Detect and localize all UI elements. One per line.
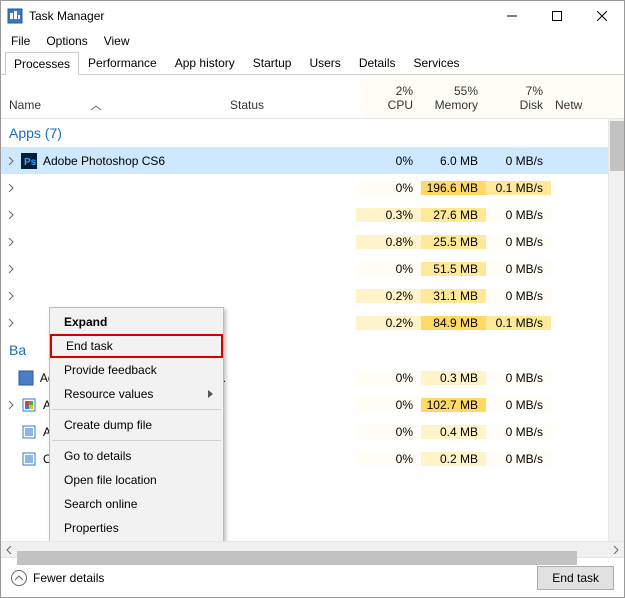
menu-view[interactable]: View <box>98 32 136 50</box>
horizontal-scrollbar[interactable] <box>1 541 624 557</box>
svg-text:Ps: Ps <box>24 157 37 168</box>
menu-end-task[interactable]: End task <box>50 334 223 358</box>
context-menu: Expand End task Provide feedback Resourc… <box>49 307 224 541</box>
process-list: Apps (7) Ps Adobe Photoshop CS6 0% 6.0 M… <box>1 119 624 541</box>
task-manager-window: Task Manager File Options View Processes… <box>0 0 625 598</box>
column-disk[interactable]: 7%Disk <box>486 84 551 118</box>
process-name: Adobe Photoshop CS6 <box>43 154 165 168</box>
vertical-scrollbar[interactable] <box>608 119 624 541</box>
column-cpu[interactable]: 2%CPU <box>356 84 421 118</box>
minimize-button[interactable] <box>489 1 534 31</box>
menu-separator <box>52 440 221 441</box>
disk-cell: 0 MB/s <box>486 154 551 168</box>
mem-cell: 6.0 MB <box>421 154 486 168</box>
menu-search-online[interactable]: Search online <box>50 492 223 516</box>
menu-resource-values[interactable]: Resource values <box>50 382 223 406</box>
window-title: Task Manager <box>29 9 489 23</box>
menu-create-dump[interactable]: Create dump file <box>50 413 223 437</box>
process-row[interactable]: Ps Adobe Photoshop CS6 0% 6.0 MB 0 MB/s <box>1 147 608 174</box>
process-row[interactable]: 0.2% 31.1 MB 0 MB/s <box>1 282 608 309</box>
menu-open-file-location[interactable]: Open file location <box>50 468 223 492</box>
column-network[interactable]: Netw <box>551 98 624 118</box>
tab-row: Processes Performance App history Startu… <box>1 51 624 75</box>
tab-services[interactable]: Services <box>405 51 469 74</box>
tab-app-history[interactable]: App history <box>166 51 244 74</box>
menu-file[interactable]: File <box>5 32 36 50</box>
tab-performance[interactable]: Performance <box>79 51 166 74</box>
menubar: File Options View <box>1 31 624 51</box>
chevron-right-icon[interactable] <box>1 265 21 273</box>
menu-go-details[interactable]: Go to details <box>50 444 223 468</box>
process-row[interactable]: 0.8% 25.5 MB 0 MB/s <box>1 228 608 255</box>
tab-startup[interactable]: Startup <box>244 51 301 74</box>
chevron-right-icon[interactable] <box>1 292 21 300</box>
column-memory[interactable]: 55%Memory <box>421 84 486 118</box>
chevron-right-icon[interactable] <box>1 238 21 246</box>
app-icon <box>7 8 23 24</box>
shield-icon <box>21 397 37 413</box>
scroll-left-icon[interactable] <box>1 546 17 554</box>
process-row[interactable]: 0% 196.6 MB 0.1 MB/s <box>1 174 608 201</box>
fewer-details-toggle[interactable]: Fewer details <box>11 570 537 586</box>
group-apps[interactable]: Apps (7) <box>1 119 608 147</box>
chevron-right-icon[interactable] <box>1 184 21 192</box>
scrollbar-thumb[interactable] <box>17 551 577 565</box>
close-button[interactable] <box>579 1 624 31</box>
menu-separator <box>52 409 221 410</box>
tab-processes[interactable]: Processes <box>5 52 79 75</box>
process-row[interactable]: 0% 51.5 MB 0 MB/s <box>1 255 608 282</box>
column-headers: Name Status 2%CPU 55%Memory 7%Disk Netw <box>1 75 624 119</box>
app-icon <box>21 424 37 440</box>
tab-details[interactable]: Details <box>350 51 405 74</box>
menu-options[interactable]: Options <box>40 32 93 50</box>
chevron-right-icon[interactable] <box>1 211 21 219</box>
tab-users[interactable]: Users <box>300 51 349 74</box>
chevron-right-icon[interactable] <box>1 319 21 327</box>
scroll-right-icon[interactable] <box>608 546 624 554</box>
maximize-button[interactable] <box>534 1 579 31</box>
cpu-cell: 0% <box>356 154 421 168</box>
window-buttons <box>489 1 624 31</box>
titlebar: Task Manager <box>1 1 624 31</box>
sort-indicator-icon <box>91 100 101 114</box>
app-icon <box>18 370 34 386</box>
menu-properties[interactable]: Properties <box>50 516 223 540</box>
chevron-right-icon[interactable] <box>1 401 21 409</box>
scrollbar-thumb[interactable] <box>610 121 624 171</box>
photoshop-icon: Ps <box>21 153 37 169</box>
column-name[interactable]: Name <box>1 98 226 118</box>
menu-provide-feedback[interactable]: Provide feedback <box>50 358 223 382</box>
end-task-button[interactable]: End task <box>537 566 614 590</box>
process-row[interactable]: 0.3% 27.6 MB 0 MB/s <box>1 201 608 228</box>
chevron-right-icon[interactable] <box>1 157 21 165</box>
menu-expand[interactable]: Expand <box>50 310 223 334</box>
column-status[interactable]: Status <box>226 98 356 118</box>
chevron-up-icon <box>11 570 27 586</box>
app-icon <box>21 451 37 467</box>
